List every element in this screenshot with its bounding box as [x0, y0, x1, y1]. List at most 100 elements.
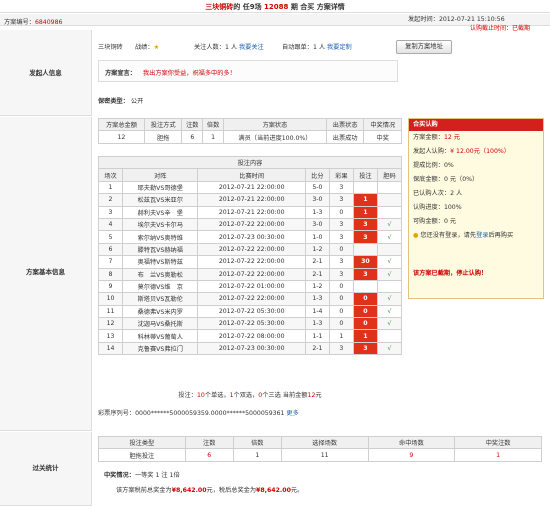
match-s: 1-4	[304, 304, 330, 319]
match-d	[376, 279, 403, 294]
join-title: 合买认购	[409, 119, 543, 131]
join-avail: 可购金额：0 元	[409, 215, 543, 229]
match-t: 奥福特VS斯特兹	[122, 255, 199, 269]
serial-more-link[interactable]: 更多	[286, 410, 298, 417]
match-r: 0	[328, 279, 354, 294]
footer-t4: 个三选 当前金额	[262, 392, 308, 399]
pass-h: 投注类型	[98, 435, 186, 450]
match-d	[376, 193, 403, 207]
match-n: 2	[97, 193, 124, 207]
match-s: 2-1	[304, 267, 330, 281]
match-r: 3	[328, 255, 354, 269]
table-row: 6 滕特瓦VS赫纳福 2012-07-22 22:00:00 1-2 0	[97, 242, 403, 257]
title-issue: 12088	[264, 3, 289, 11]
pass-table: 投注类型 注数 倍数 选择场数 命中场数 中奖注数 胆拖投注 6 1 11 9 1	[98, 435, 542, 462]
summary-v: 满员（当前进度100.0%）	[222, 130, 327, 144]
summary-v: 出票成功	[325, 130, 365, 144]
summary-v: 中奖	[363, 130, 402, 144]
plan-no: 方案编号：6840986	[4, 17, 63, 26]
bets-header: 投注	[352, 168, 378, 182]
secret-value: 公开	[130, 98, 144, 105]
section-sponsor: 发起人信息	[0, 30, 92, 116]
table-row: 3 赫利夫VS辛 堡 2012-07-21 22:00:00 1-3 0 1	[97, 205, 403, 219]
match-n: 13	[97, 329, 124, 343]
match-t: 埃尔夫VS卡尔马	[122, 217, 199, 232]
deadline-label: 认购截止时间：	[470, 25, 513, 32]
prize-t2: 元，税后总奖金为	[206, 487, 257, 494]
match-n: 6	[97, 242, 124, 257]
footer-t5: 元	[315, 392, 322, 399]
pass-h: 注数	[184, 435, 234, 450]
table-row: 8布 兰VS奥勒松 2012-07-22 22:00:00 2-1 3 3 √	[97, 267, 403, 281]
summary-h: 出票状态	[325, 117, 365, 132]
match-time: 2012-07-23 00:30:00	[197, 341, 306, 356]
table-row: 5 索尔纳VS奥特维 2012-07-23 00:30:00 1-0 3 3 √	[97, 230, 403, 244]
login-hint: ● 您还没有登录，请先登录后再购买	[409, 229, 543, 243]
match-t: 松兹瓦VS米亚尔	[122, 193, 199, 207]
summary-v: 12	[98, 130, 145, 144]
join-guar-value: 0 元（0%）	[443, 176, 479, 183]
join-joined-value: 2 人	[450, 190, 463, 197]
prize-t3: 元。	[290, 487, 304, 494]
summary-v: 6	[181, 130, 204, 144]
login-link[interactable]: 登录	[476, 232, 488, 239]
table-row: 14 克鲁赛VS弗拉门 2012-07-23 00:30:00 2-1 3 3 √	[97, 341, 403, 356]
copy-address-button[interactable]: 复制方案地址	[396, 40, 452, 54]
pass-v: 1	[232, 448, 282, 462]
match-s: 1-2	[304, 279, 330, 294]
record: 战绩：★	[135, 42, 159, 51]
match-r: 3	[328, 180, 354, 195]
summary-table: 方案总金额 投注方式 注数 倍数 方案状态 出票状态 中奖情况 12 胆拖 6 1 满员（当前进度1…	[98, 117, 402, 144]
match-d: √	[376, 304, 403, 319]
match-t: 索尔纳VS奥特维	[122, 230, 199, 244]
match-t: 布 兰VS奥勒松	[122, 267, 199, 281]
match-b: 1	[352, 193, 378, 207]
sponsor-name[interactable]: 三块铜砖	[98, 42, 123, 51]
auto-link[interactable]: 我要定制	[327, 44, 352, 51]
summary-h: 方案状态	[222, 117, 327, 132]
match-b: 30	[352, 255, 378, 269]
match-time: 2012-07-22 01:00:00	[197, 279, 306, 294]
auto-label: 自动跟单：	[282, 44, 313, 51]
match-r: 0	[328, 242, 354, 257]
footer-t2: 个单选，	[204, 392, 230, 399]
follow-link[interactable]: 我要关注	[239, 44, 264, 51]
join-total-label: 方案金额：	[413, 134, 444, 141]
match-d	[376, 329, 403, 343]
follow: 关注人数：1 人 我要关注	[194, 42, 264, 51]
pass-v: 胆拖投注	[98, 448, 186, 462]
bets-header: 场次	[97, 168, 124, 182]
match-time: 2012-07-22 08:00:00	[197, 329, 306, 343]
match-b: 0	[352, 304, 378, 319]
match-n: 9	[97, 279, 124, 294]
match-time: 2012-07-21 22:00:00	[197, 193, 306, 207]
match-s: 1-3	[304, 317, 330, 331]
match-b: 3	[352, 230, 378, 244]
bets-header: 比分	[304, 168, 330, 182]
star-icon: ★	[153, 44, 160, 51]
join-progress-label: 认购进度：	[413, 204, 444, 211]
bets-header: 胆码	[376, 168, 403, 182]
declaration-label: 方案宣言：	[105, 70, 136, 77]
match-r: 3	[328, 267, 354, 281]
match-b	[352, 242, 378, 257]
match-n: 11	[97, 304, 124, 319]
prize-info: 该方案税前总奖金为¥8,642.00元，税后总奖金为¥8,642.00元。	[116, 485, 303, 494]
match-b: 3	[352, 267, 378, 281]
match-time: 2012-07-22 22:00:00	[197, 217, 306, 232]
login-post: 后再购买	[488, 232, 514, 239]
match-time: 2012-07-22 22:00:00	[197, 267, 306, 281]
title-sponsor[interactable]: 三块铜砖	[205, 3, 233, 11]
page-title: 三块铜砖的 任9场 12088 期 合买 方案详情	[0, 2, 550, 12]
match-s: 1-0	[304, 230, 330, 244]
prize-pre-tax: ¥8,642.00	[171, 487, 207, 494]
match-r: 0	[328, 304, 354, 319]
match-r: 3	[328, 230, 354, 244]
match-d	[376, 242, 403, 257]
table-row: 4 埃尔夫VS卡尔马 2012-07-22 22:00:00 3-0 3 3 √	[97, 217, 403, 232]
match-s: 1-2	[304, 242, 330, 257]
match-b: 3	[352, 341, 378, 356]
bets-table: 投注内容 场次 对阵 比赛时间 比分 彩果 投注 胆码 1 耶夫勒VS哥德堡 2012-07-2…	[97, 155, 403, 356]
secret-label: 保密类型：	[98, 98, 129, 105]
match-b	[352, 180, 378, 195]
